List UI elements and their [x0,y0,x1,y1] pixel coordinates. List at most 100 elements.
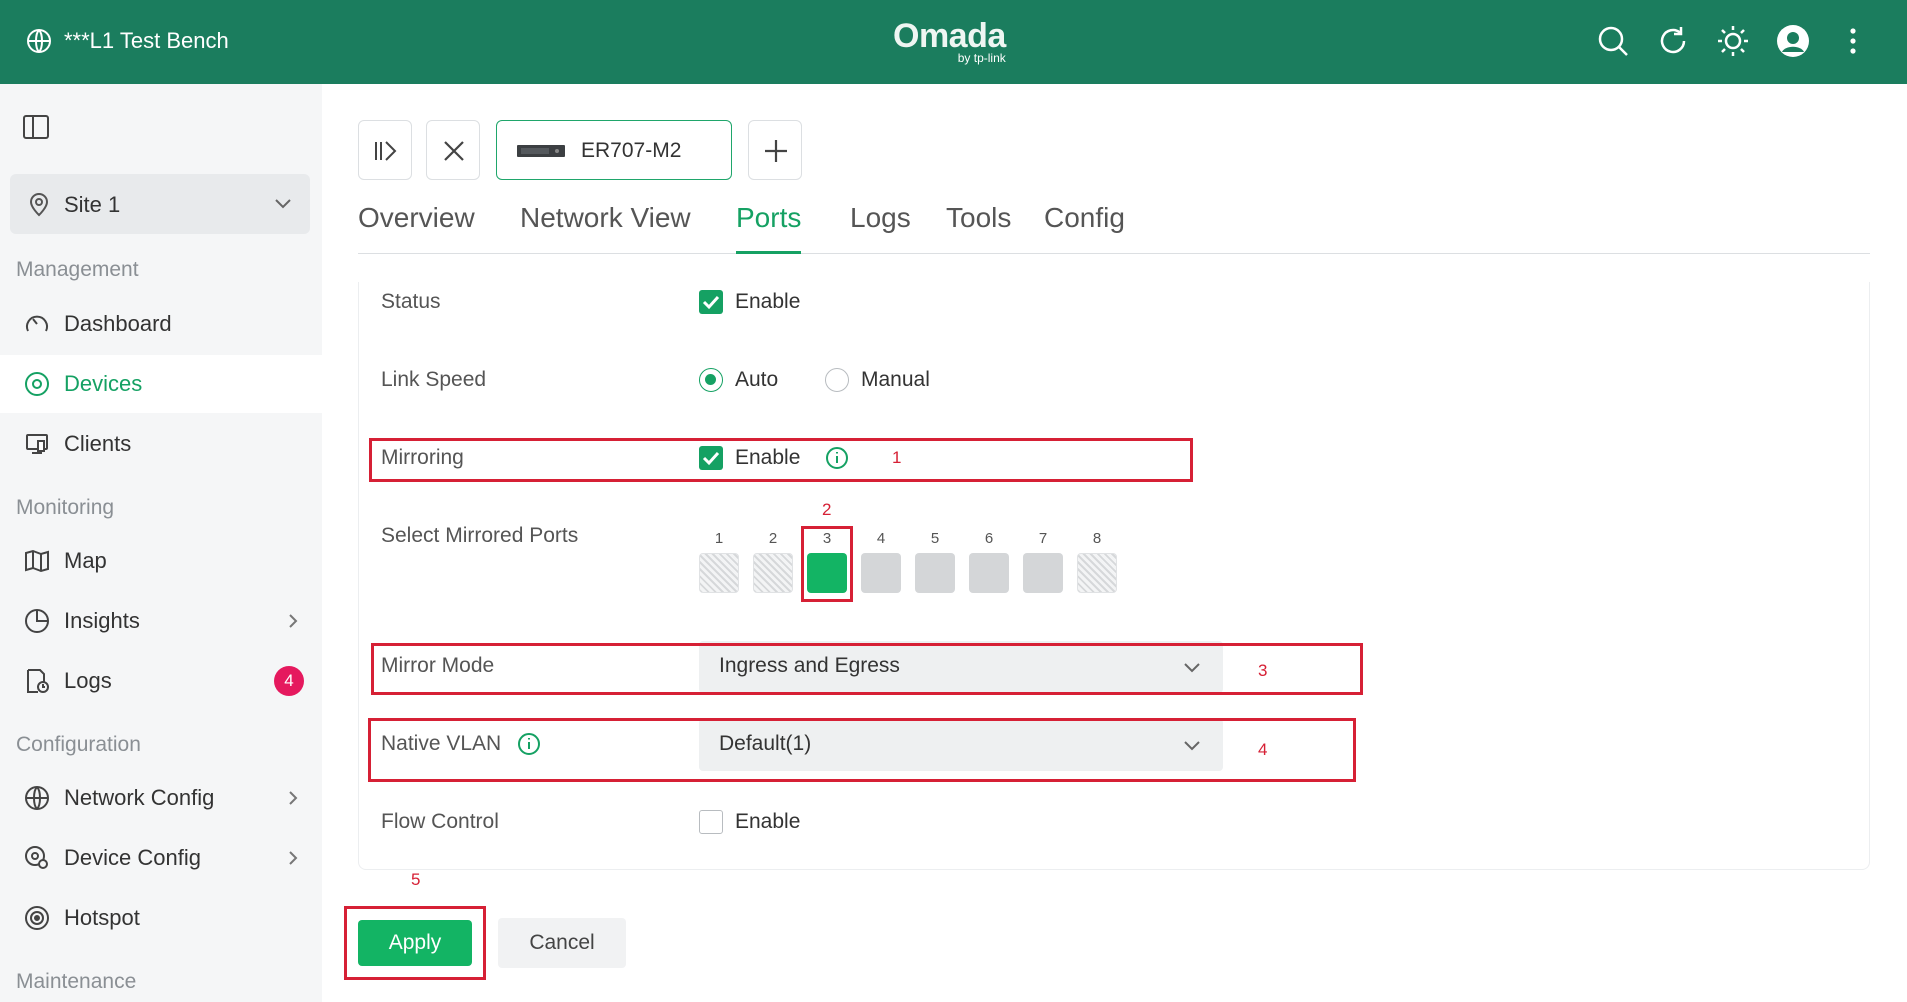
sidebar-toggle-icon[interactable] [22,114,50,140]
mirroring-enable-checkbox[interactable] [699,446,723,470]
flow-control-enable-label: Enable [735,810,801,833]
port-number: 2 [768,530,778,547]
port-number: 5 [930,530,940,547]
sidebar-item-label: Devices [64,371,143,396]
map-icon [25,549,49,573]
flow-control-label: Flow Control [381,810,499,833]
main-content: ER707-M2 Overview Network View Ports Log… [322,84,1907,1002]
clients-icon [26,434,48,454]
link-speed-manual-label: Manual [861,368,930,391]
plus-icon [765,140,787,162]
check-icon [702,451,720,466]
sidebar-item-label: Insights [64,608,140,633]
sidebar-item-label: Dashboard [64,311,172,336]
refresh-icon[interactable] [1656,24,1690,58]
sidebar-item-devices[interactable]: Devices [0,355,322,413]
section-monitoring: Monitoring [16,496,115,519]
section-configuration: Configuration [16,733,141,756]
port-7[interactable] [1023,553,1063,593]
port-number: 3 [822,530,832,547]
sidebar-item-hotspot[interactable]: Hotspot [0,889,322,947]
sidebar-item-clients[interactable]: Clients [0,415,322,473]
top-bar: ***L1 Test Bench Omada by tp-link [0,0,1907,84]
chevron-right-icon [289,614,298,628]
tab-network-view[interactable]: Network View [520,202,691,254]
mirror-mode-label: Mirror Mode [381,654,495,677]
device-tabs: Overview Network View Ports Logs Tools C… [358,202,1870,254]
annotation-number: 2 [822,500,832,519]
mirror-mode-select[interactable]: Ingress and Egress [699,641,1223,693]
info-icon[interactable] [517,732,541,756]
flow-control-enable-checkbox[interactable] [699,810,723,834]
chevron-right-icon [289,851,298,865]
tab-ports[interactable]: Ports [736,202,802,254]
device-config-icon [25,846,48,869]
devices-icon [25,372,49,396]
sidebar-item-dashboard[interactable]: Dashboard [0,295,322,353]
mirror-mode-value: Ingress and Egress [719,654,900,677]
port-1 [699,553,739,593]
site-selector-label: Site 1 [64,192,121,217]
port-8 [1077,553,1117,593]
annotation-number: 5 [411,870,421,889]
info-icon[interactable] [825,446,849,470]
native-vlan-select[interactable]: Default(1) [699,719,1223,771]
device-tab[interactable]: ER707-M2 [496,120,732,180]
chevron-right-icon [289,791,298,805]
port-number: 7 [1038,530,1048,547]
port-5[interactable] [915,553,955,593]
link-speed-manual-radio[interactable] [825,368,849,392]
sidebar-item-map[interactable]: Map [0,532,322,590]
link-speed-auto-radio[interactable] [699,368,723,392]
tab-config[interactable]: Config [1044,202,1125,254]
hotspot-icon [25,906,49,930]
search-icon[interactable] [1596,24,1630,58]
cancel-button[interactable]: Cancel [498,918,626,968]
sidebar-item-label: Logs [64,668,112,693]
port-number: 6 [984,530,994,547]
status-enable-checkbox[interactable] [699,290,723,314]
annotation-number: 4 [1258,740,1268,759]
mirroring-enable-label: Enable [735,446,801,469]
tab-overview[interactable]: Overview [358,202,475,254]
expand-panel-button[interactable] [358,120,412,180]
sidebar-item-label: Clients [64,431,132,456]
more-vertical-icon[interactable] [1836,24,1870,58]
section-maintenance: Maintenance [16,970,137,993]
sidebar-item-logs[interactable]: Logs 4 [0,652,322,710]
chevron-down-icon [275,199,291,209]
tab-logs[interactable]: Logs [850,202,911,254]
port-number: 1 [714,530,724,547]
tab-tools[interactable]: Tools [946,202,1011,254]
sidebar-item-insights[interactable]: Insights [0,592,322,650]
mirroring-label: Mirroring [381,446,464,469]
port-3[interactable] [807,553,847,593]
device-name: ER707-M2 [581,139,682,162]
sidebar-item-device-config[interactable]: Device Config [0,829,322,887]
section-management: Management [16,258,139,281]
sidebar-item-label: Hotspot [64,905,140,930]
router-device-icon [517,145,565,157]
avatar[interactable] [1776,24,1810,58]
native-vlan-value: Default(1) [719,732,812,755]
theme-icon[interactable] [1716,24,1750,58]
add-device-tab-button[interactable] [748,120,802,180]
port-6[interactable] [969,553,1009,593]
sidebar-item-network-config[interactable]: Network Config [0,769,322,827]
sidebar: Site 1 Management Dashboard Devices Clie… [0,84,322,1002]
close-icon [444,141,464,161]
expand-panel-icon [375,141,397,161]
port-number: 8 [1092,530,1102,547]
port-number: 4 [876,530,886,547]
globe-icon [27,29,51,53]
close-device-button[interactable] [426,120,480,180]
chevron-down-icon [1184,663,1200,673]
port-4[interactable] [861,553,901,593]
annotation-number: 1 [892,448,902,467]
insights-icon [25,609,49,633]
site-selector[interactable]: Site 1 [10,174,310,234]
logs-icon [27,669,49,693]
status-label: Status [381,290,441,313]
status-enable-label: Enable [735,290,801,313]
apply-button[interactable]: Apply [358,920,472,966]
